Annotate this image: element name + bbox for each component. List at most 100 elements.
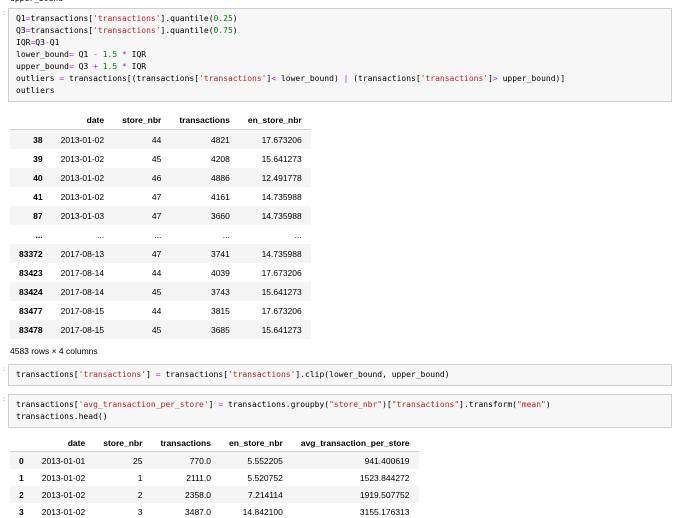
table-cell: 2013-01-02: [60, 172, 105, 183]
table-row: 3 2013-01-02 3 3487.0 14.842100 3155.176313: [10, 503, 419, 518]
row-index: 87: [33, 210, 43, 221]
table-cell: 25: [132, 455, 143, 466]
table-row: 83423 2017-08-14 44 4039 17.673206: [10, 263, 311, 282]
code-line: transactions.head(): [16, 412, 108, 421]
table-cell: 45: [151, 286, 162, 297]
table-cell: 4821: [210, 134, 230, 145]
table-cell: ...: [154, 229, 162, 240]
row-index: 39: [33, 153, 43, 164]
table-cell: 4886: [210, 172, 230, 183]
dataframe-output: date store_nbr transactions en_store_nbr 38 2…: [10, 110, 680, 356]
table-cell: 1: [137, 472, 143, 483]
table-cell: 15.641273: [261, 286, 302, 297]
table-cell: 7.214114: [248, 489, 283, 500]
column-header: store_nbr: [94, 434, 152, 452]
table-cell: 47: [151, 191, 162, 202]
table-cell: 3155.176313: [359, 506, 410, 517]
table-cell: 2017-08-14: [60, 267, 105, 278]
dataframe-output: date store_nbr transactions en_store_nbr avg…: [10, 434, 680, 518]
table-row: 40 2013-01-02 46 4886 12.491778: [10, 168, 311, 187]
row-index: 83372: [19, 248, 43, 259]
column-header: store_nbr: [113, 110, 171, 130]
code-line: transactions['avg_transaction_per_store'…: [16, 400, 551, 409]
code-line: Q1=transactions['transactions'].quantile…: [16, 14, 238, 23]
table-cell: 5.520752: [247, 472, 283, 483]
previous-output-text: upper_bound: [10, 0, 680, 3]
table-cell: 1523.844272: [359, 472, 410, 483]
table-cell: 14.735988: [261, 191, 302, 202]
table-cell: 770.0: [189, 455, 211, 466]
table-cell: 3743: [210, 286, 230, 297]
table-row: 83424 2017-08-14 45 3743 15.641273: [10, 282, 311, 301]
table-cell: 941.400619: [364, 455, 410, 466]
table-cell: 12.491778: [261, 172, 302, 183]
table-cell: 15.641273: [261, 324, 302, 335]
table-cell: 15.641273: [261, 153, 302, 164]
column-header: transactions: [170, 110, 239, 130]
table-cell: 46: [151, 172, 162, 183]
table-cell: 2017-08-15: [60, 324, 105, 335]
table-row: 0 2013-01-01 25 770.0 5.552205 941.400619: [10, 451, 419, 469]
code-input[interactable]: transactions['transactions'] = transacti…: [8, 364, 672, 386]
row-index: 83478: [19, 324, 43, 335]
table-cell: 17.673206: [261, 305, 302, 316]
cell-prompt-fragment: :: [2, 9, 7, 17]
table-cell: 2013-01-02: [60, 134, 105, 145]
table-cell: 2017-08-14: [60, 286, 105, 297]
table-cell: 2017-08-15: [60, 305, 105, 316]
table-cell: ...: [222, 229, 230, 240]
column-header: en_store_nbr: [219, 434, 292, 452]
table-cell: 14.735988: [261, 248, 302, 259]
row-index: 83477: [19, 305, 43, 316]
table-row: 2 2013-01-02 2 2358.0 7.214114 1919.507752: [10, 486, 419, 503]
table-cell: 2013-01-01: [41, 455, 86, 466]
column-header: date: [32, 434, 95, 452]
cell-prompt-fragment: :: [2, 395, 7, 403]
table-cell: 2013-01-02: [41, 506, 86, 517]
row-index: 0: [19, 455, 24, 466]
table-cell: 44: [151, 134, 162, 145]
table-cell: 5.552205: [247, 455, 283, 466]
row-index: 1: [19, 472, 24, 483]
column-header: [10, 110, 52, 130]
table-cell: 2013-01-02: [41, 472, 86, 483]
table-cell: 2358.0: [184, 489, 211, 500]
table-cell: 2013-01-02: [41, 489, 86, 500]
code-cell: : Q1=transactions['transactions'].quantil…: [2, 8, 672, 102]
table-cell: 2013-01-03: [60, 210, 105, 221]
table-cell: 14.842100: [242, 506, 283, 517]
table-cell: 4039: [210, 267, 230, 278]
table-cell: 47: [151, 210, 162, 221]
table-cell: 45: [151, 324, 162, 335]
table-cell: 44: [151, 305, 162, 316]
table-cell: ...: [294, 229, 302, 240]
code-line: transactions['transactions'] = transacti…: [16, 370, 450, 379]
table-row: 1 2013-01-02 1 2111.0 5.520752 1523.844272: [10, 469, 419, 486]
row-index: 3: [19, 506, 24, 517]
row-index: ...: [35, 229, 43, 240]
table-header-row: date store_nbr transactions en_store_nbr avg…: [10, 434, 419, 452]
table-cell: 47: [151, 248, 162, 259]
dataframe-table: date store_nbr transactions en_store_nbr avg…: [10, 434, 419, 518]
table-cell: 14.735988: [261, 210, 302, 221]
table-cell: 4208: [210, 153, 230, 164]
table-cell: 3685: [210, 324, 230, 335]
code-input[interactable]: Q1=transactions['transactions'].quantile…: [8, 8, 672, 102]
table-cell: 44: [151, 267, 162, 278]
dataframe-shape-label: 4583 rows × 4 columns: [10, 346, 98, 356]
table-cell: 45: [151, 153, 162, 164]
row-index: 40: [33, 172, 43, 183]
code-input[interactable]: transactions['avg_transaction_per_store'…: [8, 394, 672, 428]
table-row: 87 2013-01-03 47 3660 14.735988: [10, 206, 311, 225]
code-line: Q3=transactions['transactions'].quantile…: [16, 26, 238, 35]
table-cell: 1919.507752: [359, 489, 410, 500]
table-cell: 3660: [210, 210, 230, 221]
table-row: 38 2013-01-02 44 4821 17.673206: [10, 129, 311, 149]
row-index: 38: [33, 134, 43, 145]
table-header-row: date store_nbr transactions en_store_nbr: [10, 110, 311, 130]
table-cell: 2013-01-02: [60, 153, 105, 164]
row-index: 2: [19, 489, 24, 500]
table-row: 83478 2017-08-15 45 3685 15.641273: [10, 320, 311, 339]
table-cell: 4161: [210, 191, 230, 202]
table-cell: 3741: [210, 248, 230, 259]
